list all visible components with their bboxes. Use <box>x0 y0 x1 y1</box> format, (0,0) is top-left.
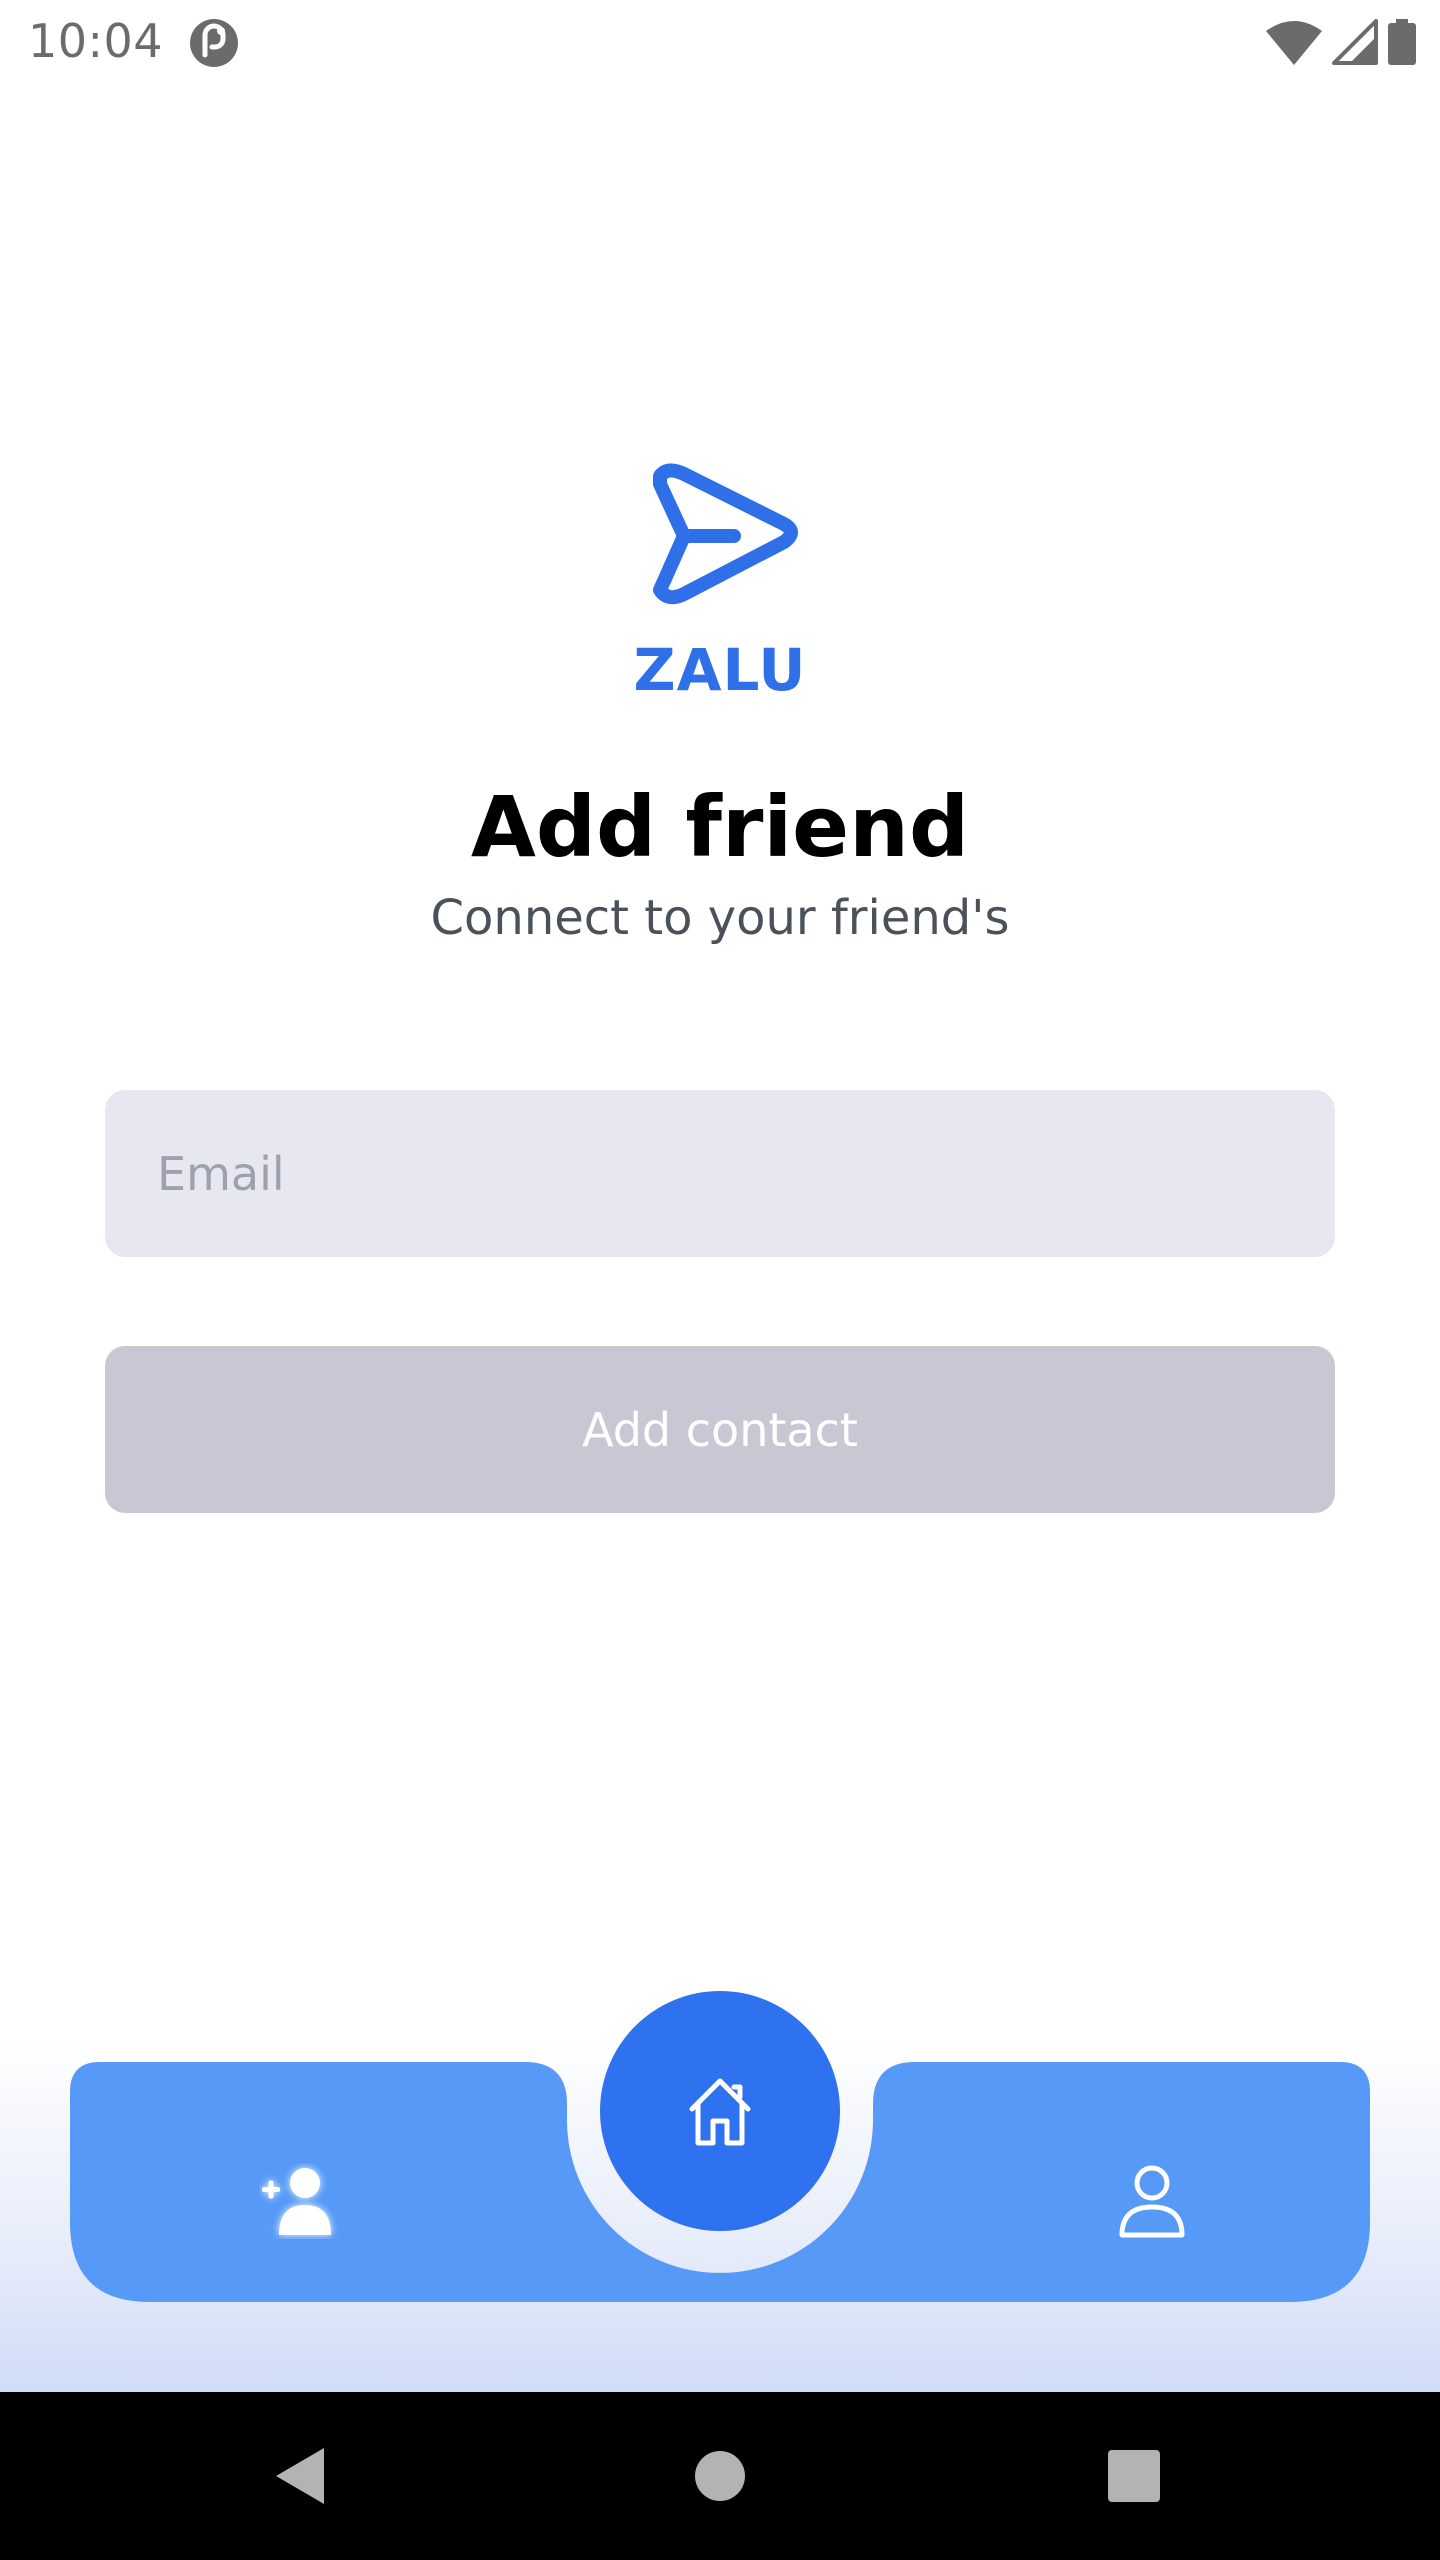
home-circle-icon <box>695 2451 745 2501</box>
wifi-icon <box>1266 21 1322 65</box>
nav-home-button[interactable] <box>640 2392 800 2560</box>
add-contact-button[interactable]: Add contact <box>105 1346 1335 1513</box>
add-user-icon <box>262 2168 331 2235</box>
system-nav-bar <box>0 2392 1440 2560</box>
battery-icon <box>1388 19 1416 65</box>
add-friend-screen: 10:04 ZALU Add friend Connect to your fr… <box>0 0 1440 2560</box>
recents-icon <box>1108 2450 1160 2502</box>
home-icon <box>689 2078 751 2146</box>
paper-plane-icon <box>653 463 798 605</box>
nav-recents-button[interactable] <box>1054 2392 1214 2560</box>
page-title: Add friend <box>470 778 970 876</box>
tab-add-friend[interactable] <box>240 2146 360 2256</box>
tab-profile[interactable] <box>1092 2146 1212 2256</box>
back-icon <box>276 2448 324 2504</box>
status-bar: 10:04 <box>0 0 1440 84</box>
nav-back-button[interactable] <box>220 2392 380 2560</box>
cell-signal-icon <box>1332 19 1378 65</box>
user-icon <box>1119 2165 1185 2238</box>
email-field[interactable] <box>105 1090 1335 1257</box>
status-icons <box>1266 16 1416 68</box>
brand-name: ZALU <box>633 636 807 704</box>
app-notification-icon <box>190 19 238 67</box>
status-time: 10:04 <box>28 14 164 68</box>
home-button[interactable] <box>600 1991 840 2231</box>
page-subtitle: Connect to your friend's <box>430 890 1010 946</box>
